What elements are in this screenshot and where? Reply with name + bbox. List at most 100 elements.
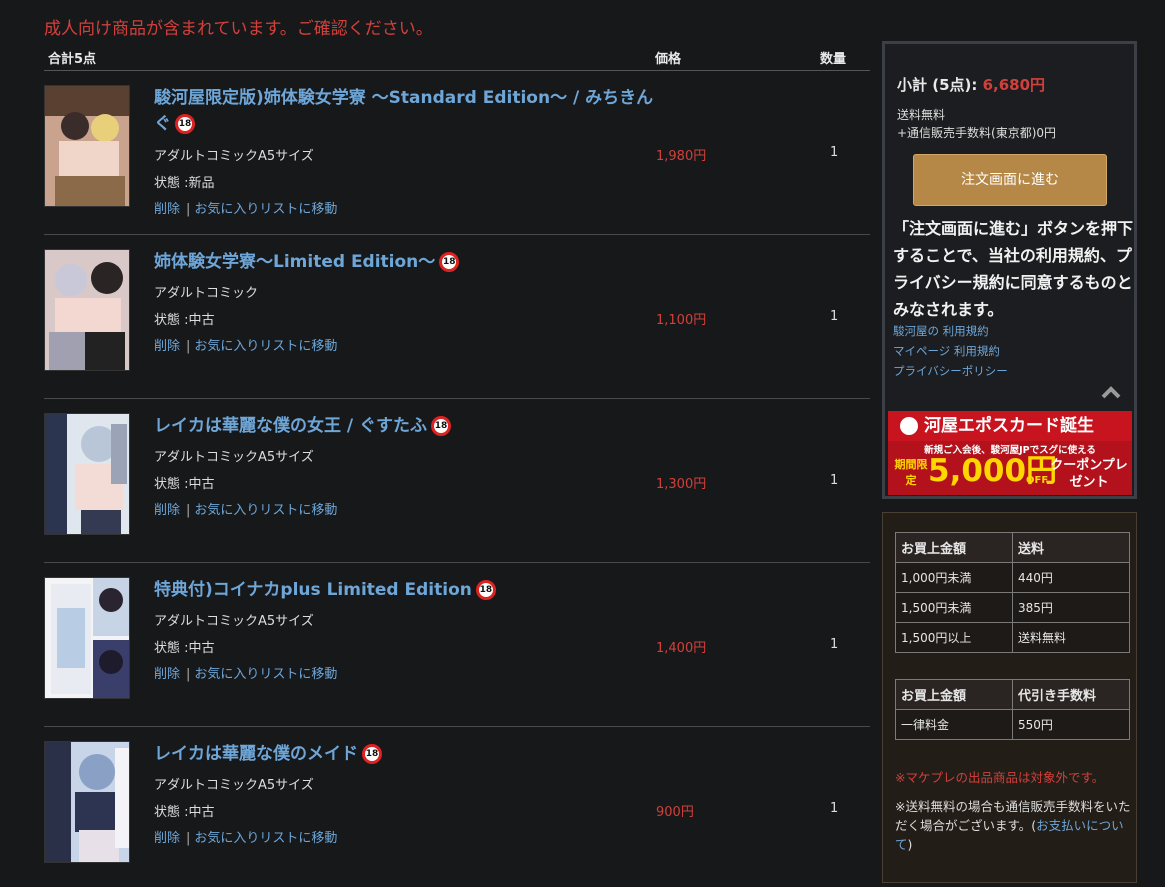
table-cell: 440円 <box>1012 562 1130 593</box>
table-cell: 1,500円以上 <box>895 622 1013 653</box>
item-actions: 削除 | お気に入りリストに移動 <box>154 335 337 354</box>
product-thumbnail[interactable] <box>44 85 130 207</box>
agreement-text: 「注文画面に進む」ボタンを押下することで、当社の利用規約、プライバシー規約に同意… <box>893 219 1134 319</box>
item-actions: 削除 | お気に入りリストに移動 <box>154 499 337 518</box>
product-condition: 状態 :中古 <box>154 313 215 328</box>
product-category: アダルトコミックA5サイズ <box>154 614 314 629</box>
delete-link[interactable]: 削除 <box>154 831 180 846</box>
separator: | <box>186 202 191 217</box>
proceed-to-order-button[interactable]: 注文画面に進む <box>913 154 1107 206</box>
adult-18-icon: 18 <box>475 580 496 600</box>
item-quantity[interactable]: 1 <box>830 309 838 324</box>
table-header: 送料 <box>1012 532 1130 563</box>
handling-note-suffix: ) <box>907 837 913 852</box>
separator: | <box>186 667 191 682</box>
handling-fee-note: ※送料無料の場合も通信販売手数料をいただく場合がございます。(お支払いについて) <box>895 797 1131 854</box>
surugaya-logo-icon <box>898 415 920 437</box>
separator: | <box>186 831 191 846</box>
delete-link[interactable]: 削除 <box>154 503 180 518</box>
separator: | <box>186 503 191 518</box>
cart-item: 姉体験女学寮～Limited Edition～ 18 アダルトコミック 状態 :中… <box>44 235 870 399</box>
item-price: 1,400円 <box>656 641 707 656</box>
move-to-favorites-link[interactable]: お気に入りリストに移動 <box>194 831 337 846</box>
product-category: アダルトコミックA5サイズ <box>154 450 314 465</box>
product-category: アダルトコミックA5サイズ <box>154 149 314 164</box>
cod-fee-table: お買上金額 代引き手数料 一律料金 550円 <box>895 679 1130 740</box>
total-count: 合計5点 <box>48 52 97 67</box>
cart-item: 駿河屋限定版)姉体験女学寮 ～Standard Edition～ / みちきんぐ… <box>44 71 870 235</box>
product-title-link[interactable]: 駿河屋限定版)姉体験女学寮 ～Standard Edition～ / みちきんぐ… <box>154 85 664 137</box>
table-cell: 1,000円未満 <box>895 562 1013 593</box>
move-to-favorites-link[interactable]: お気に入りリストに移動 <box>194 202 337 217</box>
item-quantity[interactable]: 1 <box>830 801 838 816</box>
privacy-policy-link[interactable]: プライバシーポリシー <box>893 363 1008 379</box>
delete-link[interactable]: 削除 <box>154 339 180 354</box>
product-title-link[interactable]: レイカは華麗な僕のメイド 18 <box>154 741 664 767</box>
move-to-favorites-link[interactable]: お気に入りリストに移動 <box>194 339 337 354</box>
product-title[interactable]: レイカは華麗な僕の女王 / ぐすたふ <box>154 416 427 436</box>
item-actions: 削除 | お気に入りリストに移動 <box>154 663 337 682</box>
order-summary-panel: 小計 (5点): 6,680円 送料無料 +通信販売手数料(東京都)0円 注文画… <box>882 41 1137 499</box>
table-cell: 一律料金 <box>895 709 1013 740</box>
item-price: 900円 <box>656 805 694 820</box>
delete-link[interactable]: 削除 <box>154 202 180 217</box>
product-thumbnail[interactable] <box>44 741 130 863</box>
item-price: 1,100円 <box>656 313 707 328</box>
product-condition: 状態 :新品 <box>154 176 215 191</box>
terms-of-use-link[interactable]: 駿河屋の 利用規約 <box>893 323 989 339</box>
cart-item: レイカは華麗な僕の女王 / ぐすたふ 18 アダルトコミックA5サイズ 状態 :中… <box>44 399 870 563</box>
item-quantity[interactable]: 1 <box>830 145 838 160</box>
product-category: アダルトコミックA5サイズ <box>154 778 314 793</box>
table-cell: 1,500円未満 <box>895 592 1013 623</box>
adult-content-warning: 成人向け商品が含まれています。ご確認ください。 <box>44 19 433 39</box>
product-category: アダルトコミック <box>154 286 259 301</box>
table-cell: 385円 <box>1012 592 1130 623</box>
cart-item: 特典付)コイナカplus Limited Edition 18 アダルトコミックA… <box>44 563 870 727</box>
move-to-favorites-link[interactable]: お気に入りリストに移動 <box>194 667 337 682</box>
item-quantity[interactable]: 1 <box>830 637 838 652</box>
separator: | <box>186 339 191 354</box>
move-to-favorites-link[interactable]: お気に入りリストに移動 <box>194 503 337 518</box>
epos-card-banner[interactable]: 河屋エポスカード誕生 新規ご入会後、駿河屋JPでスグに使える 期間限定 5,00… <box>888 411 1132 495</box>
adult-18-icon: 18 <box>175 114 195 134</box>
product-title[interactable]: 姉体験女学寮～Limited Edition～ <box>154 252 435 272</box>
product-thumbnail[interactable] <box>44 249 130 371</box>
subtotal-amount: 6,680円 <box>982 76 1046 94</box>
adult-18-icon: 18 <box>362 744 382 764</box>
table-header: お買上金額 <box>895 679 1013 710</box>
product-thumbnail[interactable] <box>44 577 130 699</box>
item-actions: 削除 | お気に入りリストに移動 <box>154 198 337 217</box>
product-condition: 状態 :中古 <box>154 641 215 656</box>
product-condition: 状態 :中古 <box>154 805 215 820</box>
marketplace-note: ※マケプレの出品商品は対象外です。 <box>895 770 1105 785</box>
item-quantity[interactable]: 1 <box>830 473 838 488</box>
product-title[interactable]: 特典付)コイナカplus Limited Edition <box>154 580 472 600</box>
table-cell: 送料無料 <box>1012 622 1130 653</box>
product-title-link[interactable]: 姉体験女学寮～Limited Edition～ 18 <box>154 249 664 275</box>
coupon-present-label: クーポンプレゼント <box>1050 458 1128 490</box>
adult-18-icon: 18 <box>431 416 452 436</box>
adult-18-icon: 18 <box>439 252 460 272</box>
shipping-free-label: 送料無料 <box>897 108 946 122</box>
qty-column-header: 数量 <box>820 52 847 67</box>
delete-link[interactable]: 削除 <box>154 667 180 682</box>
shipping-info-panel: お買上金額 送料 1,000円未満 440円 1,500円未満 385円 1,5… <box>882 512 1137 883</box>
product-title-link[interactable]: 特典付)コイナカplus Limited Edition 18 <box>154 577 664 603</box>
shipping-fee-table: お買上金額 送料 1,000円未満 440円 1,500円未満 385円 1,5… <box>895 532 1130 653</box>
cart-header: 合計5点 価格 数量 <box>44 46 870 71</box>
subtotal: 小計 (5点): 6,680円 <box>897 74 1045 95</box>
product-title-link[interactable]: レイカは華麗な僕の女王 / ぐすたふ 18 <box>154 413 664 439</box>
off-label: OFF <box>1026 475 1049 486</box>
table-cell: 550円 <box>1012 709 1130 740</box>
mypage-terms-link[interactable]: マイページ 利用規約 <box>893 343 1000 359</box>
product-title[interactable]: 駿河屋限定版)姉体験女学寮 ～Standard Edition～ / みちきんぐ <box>154 88 653 134</box>
banner-headline: 河屋エポスカード誕生 <box>888 411 1132 441</box>
item-price: 1,300円 <box>656 477 707 492</box>
chevron-up-icon[interactable] <box>1100 384 1122 400</box>
handling-fee-label: +通信販売手数料(東京都)0円 <box>897 126 1057 140</box>
table-header: お買上金額 <box>895 532 1013 563</box>
product-thumbnail[interactable] <box>44 413 130 535</box>
product-title[interactable]: レイカは華麗な僕のメイド <box>154 744 358 764</box>
item-actions: 削除 | お気に入りリストに移動 <box>154 827 337 846</box>
product-condition: 状態 :中古 <box>154 477 215 492</box>
